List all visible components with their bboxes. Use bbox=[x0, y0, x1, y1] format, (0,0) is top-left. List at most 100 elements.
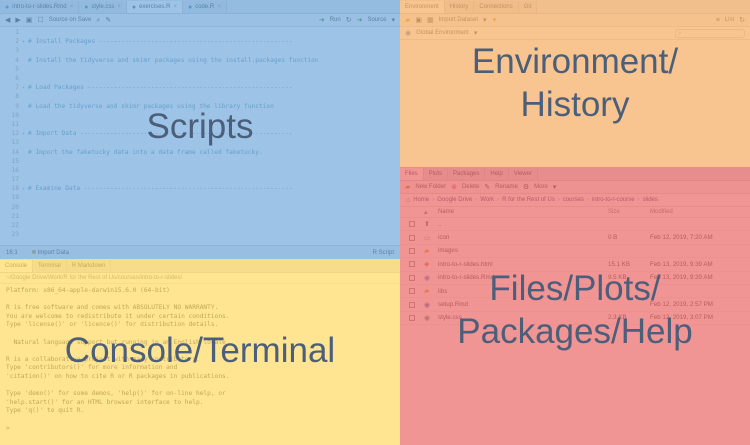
wand-icon[interactable]: ✎ bbox=[105, 17, 111, 24]
run-arrow-icon[interactable]: ➜ bbox=[319, 17, 325, 24]
column-modified[interactable]: Modified bbox=[650, 209, 750, 215]
file-row[interactable]: ◈ intro-to-r-slides.html 15.1 KB Feb 13, 20… bbox=[400, 258, 750, 272]
code-line[interactable]: 3 bbox=[0, 46, 400, 55]
delete-button[interactable]: Delete bbox=[462, 184, 479, 190]
save-icon[interactable]: ▣ bbox=[26, 17, 33, 24]
code-editor[interactable]: 1 2 ▾ # Install Packages ------------------… bbox=[0, 28, 400, 245]
tab-files[interactable]: Files bbox=[400, 168, 424, 180]
file-name[interactable]: intro-to-r-slides.Rmd bbox=[438, 274, 608, 281]
file-row[interactable]: ⬆.. bbox=[400, 218, 750, 232]
broom-icon[interactable]: ✦ bbox=[492, 17, 498, 24]
section-navigator[interactable]: ■ Import Data bbox=[32, 249, 69, 256]
rename-button[interactable]: Rename bbox=[495, 184, 518, 190]
tab-r-markdown[interactable]: R Markdown bbox=[66, 260, 112, 272]
code-line[interactable]: 2 ▾ # Install Packages -------------------… bbox=[0, 37, 400, 46]
breadcrumb-item[interactable]: Home bbox=[413, 197, 429, 203]
code-line[interactable]: 4 # Install the tidyverse and skimr packa… bbox=[0, 56, 400, 65]
save-icon[interactable]: ▣ bbox=[415, 17, 422, 24]
breadcrumb-item[interactable]: R for the Rest of Us bbox=[502, 197, 555, 203]
run-button[interactable]: Run bbox=[330, 17, 341, 23]
row-checkbox[interactable] bbox=[409, 247, 415, 254]
console-output[interactable]: Platform: x86_64-apple-darwin15.6.0 (64-… bbox=[0, 284, 400, 436]
close-icon[interactable]: × bbox=[70, 4, 74, 10]
code-line[interactable]: 16 bbox=[0, 166, 400, 175]
chevron-down-icon[interactable]: ▾ bbox=[553, 184, 557, 191]
new-folder-button[interactable]: New Folder bbox=[415, 184, 446, 190]
row-checkbox[interactable] bbox=[409, 261, 415, 268]
close-icon[interactable]: × bbox=[117, 4, 121, 10]
row-checkbox[interactable] bbox=[409, 221, 415, 228]
code-line[interactable]: 1 bbox=[0, 28, 400, 37]
code-line[interactable]: 22 bbox=[0, 221, 400, 230]
code-line[interactable]: 11 bbox=[0, 120, 400, 129]
breadcrumb-item[interactable]: intro-to-r-course bbox=[592, 197, 635, 203]
file-name[interactable]: intro-to-r-slides.html bbox=[438, 261, 608, 268]
breadcrumb-item[interactable]: slides bbox=[643, 197, 658, 203]
code-line[interactable]: 14 # Import the faketucky data into a dat… bbox=[0, 147, 400, 156]
environment-search-input[interactable]: ⌕ bbox=[675, 28, 745, 38]
row-checkbox[interactable] bbox=[409, 314, 415, 321]
code-line[interactable]: 5 bbox=[0, 65, 400, 74]
code-line[interactable]: 10 bbox=[0, 111, 400, 120]
refresh-icon[interactable]: ↻ bbox=[739, 17, 745, 24]
code-line[interactable]: 13 bbox=[0, 138, 400, 147]
open-folder-icon[interactable]: ▰ bbox=[405, 17, 410, 24]
source-button[interactable]: Source bbox=[367, 17, 386, 23]
row-checkbox[interactable] bbox=[409, 288, 415, 295]
file-name[interactable]: setup.Rmd bbox=[438, 301, 608, 308]
code-line[interactable]: 18 ▾ # Examine Data ----------------------… bbox=[0, 184, 400, 193]
column-size[interactable]: Size bbox=[608, 209, 650, 215]
tab-git[interactable]: Git bbox=[518, 1, 538, 13]
file-name[interactable]: libs bbox=[438, 288, 608, 295]
code-line[interactable]: 9 # Load the tidyverse and skimr packages… bbox=[0, 102, 400, 111]
code-line[interactable]: 17 bbox=[0, 175, 400, 184]
editor-tab-css[interactable]: ● style.css × bbox=[79, 1, 127, 13]
sort-icon[interactable]: ▴ bbox=[424, 208, 438, 216]
breadcrumb-item[interactable]: courses bbox=[563, 197, 584, 203]
code-line[interactable]: 19 bbox=[0, 193, 400, 202]
row-checkbox[interactable] bbox=[409, 301, 415, 308]
close-icon[interactable]: × bbox=[173, 4, 177, 10]
row-checkbox[interactable] bbox=[409, 234, 415, 241]
file-name[interactable]: style.css bbox=[438, 314, 608, 321]
more-button[interactable]: More bbox=[534, 184, 548, 190]
import-dataset-button[interactable]: Import Dataset bbox=[439, 17, 478, 23]
editor-tab-exercises[interactable]: ● exercises.R × bbox=[126, 1, 183, 13]
environment-scope[interactable]: Global Environment bbox=[416, 30, 469, 36]
code-line[interactable]: 12 ▾ # Import Data -----------------------… bbox=[0, 129, 400, 138]
close-icon[interactable]: × bbox=[217, 4, 221, 10]
editor-tab-rmd[interactable]: ● intro-to-r-slides.Rmd × bbox=[0, 1, 80, 13]
search-icon[interactable]: ⌕ bbox=[96, 17, 100, 24]
file-row[interactable]: ◉ style.css 2.3 KB Feb 12, 2019, 3:07 PM bbox=[400, 312, 750, 326]
code-line[interactable]: 6 bbox=[0, 74, 400, 83]
column-name[interactable]: Name bbox=[438, 209, 608, 215]
source-arrow-icon[interactable]: ➜ bbox=[357, 17, 363, 24]
file-row[interactable]: ◉ intro-to-r-slides.Rmd 9.5 KB Feb 13, 2019… bbox=[400, 272, 750, 285]
file-row[interactable]: ▰ libs bbox=[400, 285, 750, 299]
file-name[interactable]: images bbox=[438, 247, 608, 254]
back-arrow-icon[interactable]: ◀ bbox=[5, 17, 10, 24]
chevron-down-icon[interactable]: ▾ bbox=[483, 17, 487, 24]
code-line[interactable]: 21 bbox=[0, 212, 400, 221]
file-row[interactable]: ▭ icon 0 B Feb 12, 2019, 7:20 AM bbox=[400, 231, 750, 245]
tab-plots[interactable]: Plots bbox=[423, 168, 449, 180]
tab-console[interactable]: Console bbox=[0, 260, 34, 272]
tab-viewer[interactable]: Viewer bbox=[508, 168, 538, 180]
code-line[interactable]: 7 ▾ # Load Packages ----------------------… bbox=[0, 83, 400, 92]
breadcrumb-item[interactable]: Google Drive bbox=[437, 197, 472, 203]
chevron-down-icon[interactable]: ▾ bbox=[474, 30, 478, 37]
code-line[interactable]: 23 bbox=[0, 230, 400, 239]
list-view-button[interactable]: List bbox=[725, 17, 734, 23]
tab-history[interactable]: History bbox=[444, 1, 475, 13]
tab-packages[interactable]: Packages bbox=[448, 168, 486, 180]
rerun-icon[interactable]: ↻ bbox=[346, 17, 352, 24]
code-line[interactable]: 8 bbox=[0, 92, 400, 101]
row-checkbox[interactable] bbox=[409, 274, 415, 281]
file-row[interactable]: ▰ images bbox=[400, 245, 750, 259]
forward-arrow-icon[interactable]: ▶ bbox=[15, 17, 20, 24]
chevron-down-icon[interactable]: ▾ bbox=[391, 17, 395, 24]
tab-terminal[interactable]: Terminal bbox=[33, 260, 67, 272]
checkbox-icon[interactable]: ☐ bbox=[37, 17, 43, 24]
editor-tab-code[interactable]: ● code.R × bbox=[182, 1, 227, 13]
code-line[interactable]: 15 bbox=[0, 157, 400, 166]
